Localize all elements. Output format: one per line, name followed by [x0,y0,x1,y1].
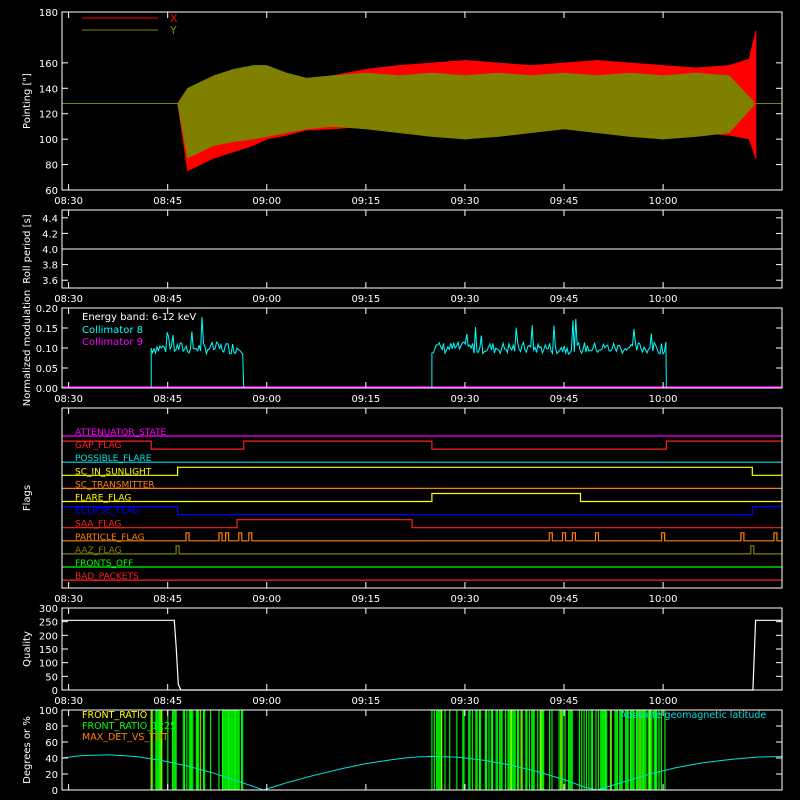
x-tick-label: 09:15 [351,696,380,707]
x-tick-label: 09:30 [451,394,480,405]
y-tick-label: 4.0 [42,245,58,256]
x-tick-label: 08:30 [54,294,83,305]
y-axis-label: Degrees or % [22,716,33,784]
y-tick-label: 160 [39,59,58,70]
x-tick-label: 09:00 [252,594,281,605]
flag-label-gap-flag: GAP_FLAG [75,441,121,451]
y-tick-label: 4.2 [42,229,58,240]
y-axis-label: Flags [22,485,33,511]
y-tick-label: 50 [45,672,58,683]
y-tick-label: 80 [45,161,58,172]
legend-label-max-det-vs-tot: MAX_DET_VS_TOT [82,732,168,743]
y-tick-label: 150 [39,645,58,656]
legend-label-front-ratio: FRONT_RATIO [82,710,147,721]
x-tick-label: 08:30 [54,696,83,707]
x-tick-label: 09:00 [252,394,281,405]
x-tick-label: 09:30 [451,696,480,707]
x-tick-label: 10:00 [649,196,678,207]
legend-label-y: Y [169,24,177,37]
legend-label-geomagnetic-latitude: Absolute geomagnetic latitude [620,710,766,721]
energy-band-annotation: Energy band: 6-12 keV [82,312,196,323]
y-tick-label: 60 [45,738,58,749]
x-tick-label: 08:45 [153,594,182,605]
x-tick-label: 08:30 [54,196,83,207]
y-tick-label: 180 [39,8,58,19]
x-tick-label: 10:00 [649,294,678,305]
x-tick-label: 09:30 [451,594,480,605]
x-tick-label: 09:00 [252,294,281,305]
y-tick-label: 100 [39,706,58,717]
y-tick-label: 0.10 [36,344,58,355]
x-tick-label: 09:45 [550,594,579,605]
x-tick-label: 08:45 [153,696,182,707]
y-tick-label: 200 [39,631,58,642]
y-axis-label: Normalized modulation [22,290,33,407]
legend-label-front-ratio-1225: FRONT_RATIO_1225 [82,721,176,732]
x-tick-label: 09:45 [550,696,579,707]
y-tick-label: 4.4 [42,214,58,225]
y-axis-label: Roll period [s] [22,214,33,283]
x-tick-label: 09:00 [252,196,281,207]
x-tick-label: 08:45 [153,294,182,305]
y-tick-label: 3.8 [42,261,58,272]
x-tick-label: 09:15 [351,294,380,305]
x-tick-label: 09:15 [351,394,380,405]
y-axis-label: Quality [22,631,33,667]
x-tick-label: 08:45 [153,394,182,405]
y-tick-label: 300 [39,604,58,615]
x-tick-label: 09:45 [550,196,579,207]
y-tick-label: 250 [39,618,58,629]
x-tick-label: 08:30 [54,594,83,605]
y-tick-label: 40 [45,754,58,765]
y-tick-label: 20 [45,770,58,781]
y-tick-label: 0.05 [36,364,58,375]
x-tick-label: 08:45 [153,196,182,207]
x-tick-label: 10:00 [649,394,678,405]
x-tick-label: 09:30 [451,294,480,305]
y-tick-label: 140 [39,84,58,95]
x-tick-label: 09:15 [351,594,380,605]
y-tick-label: 0 [52,786,58,797]
x-tick-label: 09:30 [451,196,480,207]
y-tick-label: 100 [39,659,58,670]
y-tick-label: 80 [45,722,58,733]
x-tick-label: 09:00 [252,696,281,707]
orbit-summary-figure: XY6080100120140160180Pointing ["]08:30 08… [0,0,800,800]
legend-label-collimator-9: Collimator 9 [82,337,143,348]
legend-label-collimator-8: Collimator 8 [82,325,143,336]
y-axis-label: Pointing ["] [22,73,33,129]
x-tick-label: 09:45 [550,294,579,305]
x-tick-label: 10:00 [649,594,678,605]
x-tick-label: 10:00 [649,696,678,707]
y-tick-label: 0.20 [36,304,58,315]
y-tick-label: 3.6 [42,276,58,287]
flag-label-eclipse-flag: ECLIPSE_FLAG [75,507,139,517]
x-tick-label: 09:15 [351,196,380,207]
x-tick-label: 08:30 [54,394,83,405]
y-tick-label: 0.15 [36,324,58,335]
y-tick-label: 100 [39,135,58,146]
x-tick-label: 09:45 [550,394,579,405]
y-tick-label: 120 [39,110,58,121]
